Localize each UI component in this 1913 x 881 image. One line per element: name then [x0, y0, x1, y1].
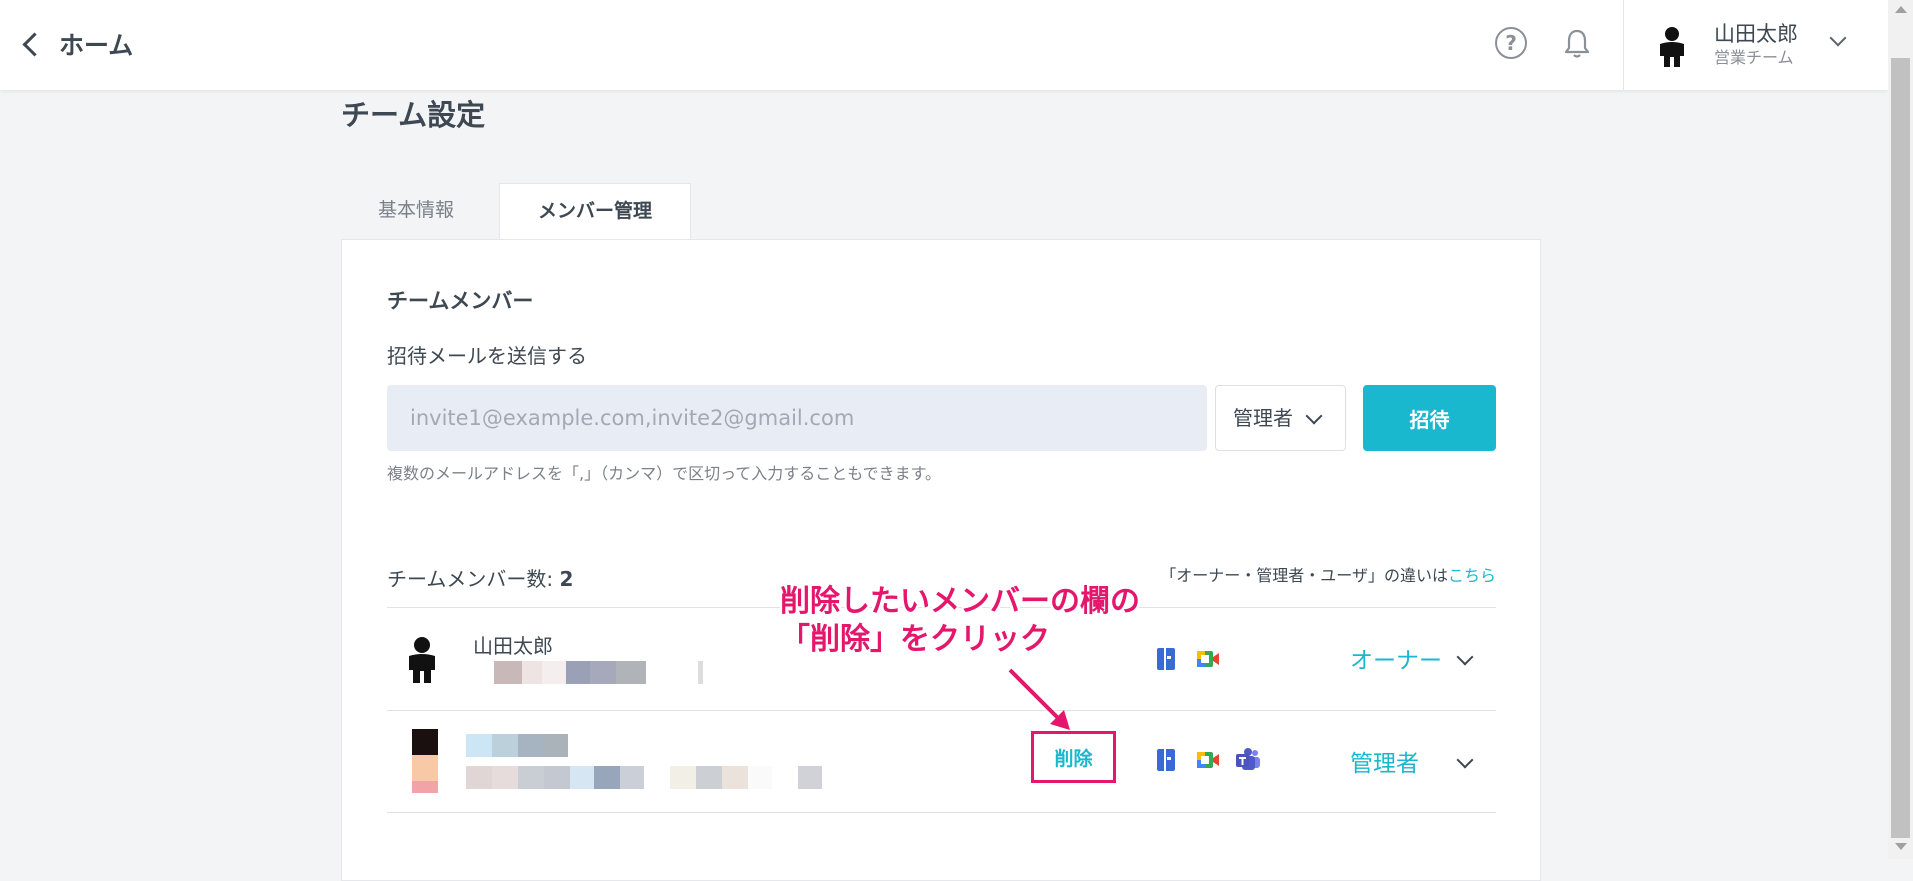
user-menu[interactable]: 山田太郎 営業チーム — [1656, 18, 1856, 72]
teams-icon — [1236, 748, 1260, 770]
delete-member-button[interactable]: 削除 — [1031, 731, 1116, 783]
book-icon — [1157, 749, 1175, 771]
help-icon[interactable]: ? — [1495, 27, 1527, 59]
member-count-value: 2 — [559, 567, 574, 591]
top-header: ホーム ? 山田太郎 営業チーム — [0, 0, 1888, 90]
member-email-redacted — [494, 661, 703, 684]
annotation-line-1: 削除したいメンバーの欄の — [780, 584, 1140, 619]
scroll-down-icon[interactable] — [1895, 843, 1907, 850]
vertical-scrollbar[interactable] — [1888, 0, 1913, 859]
page-title: チーム設定 — [341, 98, 486, 132]
member-email-redacted — [466, 766, 822, 789]
row-divider — [387, 710, 1496, 711]
annotation-callout: 削除したいメンバーの欄の 「削除」をクリック — [780, 583, 1140, 659]
member-name: 山田太郎 — [473, 634, 553, 658]
member-role[interactable]: 管理者 — [1350, 744, 1419, 778]
back-to-home-button[interactable]: ホーム — [20, 24, 133, 64]
bell-icon[interactable] — [1562, 28, 1592, 60]
header-divider — [1623, 0, 1624, 90]
annotation-line-2: 「削除」をクリック — [780, 622, 1050, 657]
member-avatar-icon — [409, 637, 435, 683]
chevron-left-icon — [22, 31, 47, 57]
row-divider — [387, 812, 1496, 813]
book-icon — [1157, 648, 1175, 670]
member-count-label: チームメンバー数: — [387, 567, 554, 591]
meet-icon — [1197, 651, 1219, 667]
scroll-up-icon[interactable] — [1895, 6, 1907, 13]
chevron-down-icon — [1305, 407, 1323, 425]
role-diff-link[interactable]: こちら — [1448, 566, 1496, 585]
member-role[interactable]: オーナー — [1350, 641, 1442, 675]
tab-basic-info[interactable]: 基本情報 — [341, 183, 491, 239]
tab-member-management[interactable]: メンバー管理 — [499, 183, 691, 240]
scrollbar-thumb[interactable] — [1891, 58, 1910, 838]
invite-hint: 複数のメールアドレスを「,」（カンマ）で区切って入力することもできます。 — [387, 464, 942, 483]
member-name-redacted — [466, 734, 568, 757]
back-label: ホーム — [59, 31, 134, 60]
invite-role-value: 管理者 — [1233, 406, 1293, 430]
user-team: 営業チーム — [1714, 48, 1794, 67]
member-avatar-icon — [412, 729, 438, 793]
invite-label: 招待メールを送信する — [387, 344, 587, 368]
chevron-down-icon — [1829, 29, 1847, 47]
user-avatar-icon — [1660, 27, 1684, 67]
meet-icon — [1197, 752, 1219, 768]
role-diff-note: 「オーナー・管理者・ユーザ」の違いはこちら — [1160, 562, 1496, 586]
section-title: チームメンバー — [387, 289, 534, 313]
member-count: チームメンバー数: 2 — [387, 563, 573, 592]
invite-role-select[interactable]: 管理者 — [1215, 385, 1346, 451]
invite-email-input[interactable] — [387, 385, 1207, 451]
invite-button[interactable]: 招待 — [1363, 385, 1496, 451]
role-diff-text: 「オーナー・管理者・ユーザ」の違いは — [1160, 566, 1448, 585]
